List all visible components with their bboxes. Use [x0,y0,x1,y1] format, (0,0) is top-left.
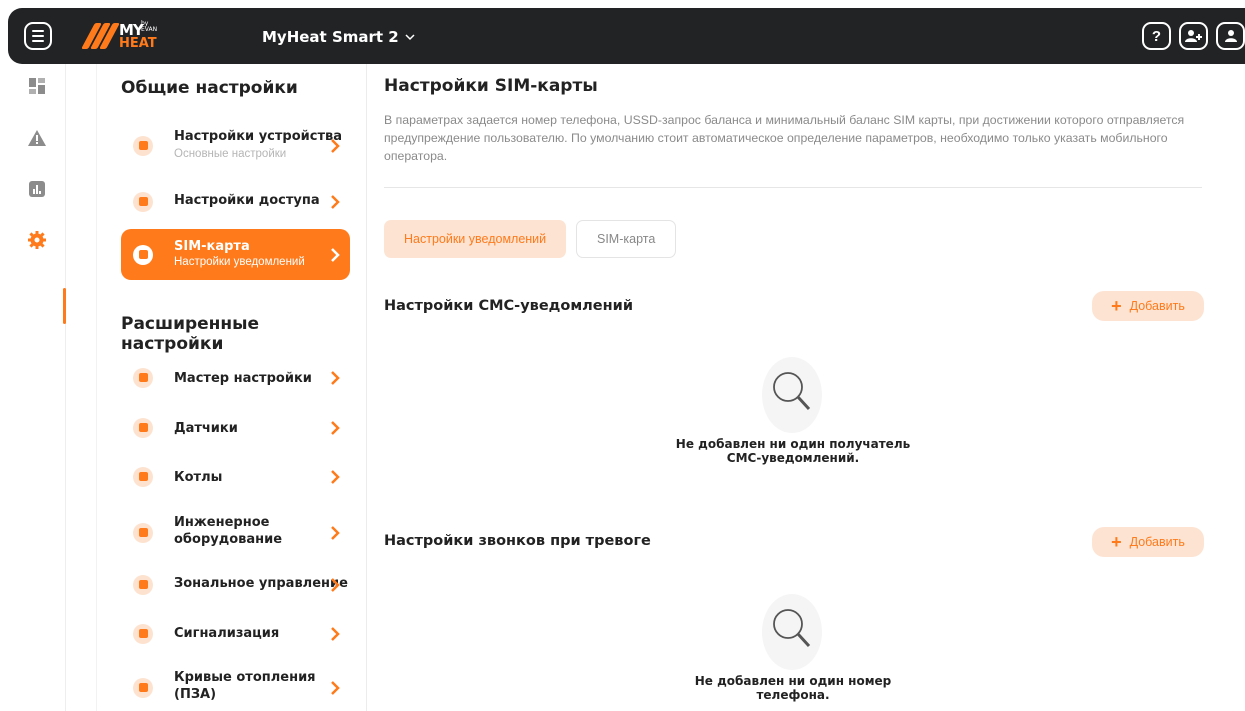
chevron-right-icon [331,525,340,540]
dashboard-icon[interactable] [27,76,47,96]
chevron-right-icon [331,370,340,385]
nav-item-alarm[interactable]: Сигнализация [121,608,350,659]
divider [384,187,1202,188]
add-phone-button[interactable]: + Добавить [1092,527,1204,557]
add-user-button[interactable] [1179,22,1208,50]
rail-active-indicator [63,288,66,324]
sensor-icon [133,417,153,438]
sms-section-title: Настройки СМС-уведомлений [384,298,633,314]
top-bar: by EVAN MY HEAT MyHeat Smart 2 ? [8,8,1245,64]
nav-item-sim-card[interactable]: SIM-карта Настройки уведомлений [121,229,350,280]
plus-icon: + [1111,296,1122,316]
help-icon: ? [1151,27,1162,45]
user-icon [1224,30,1237,42]
chevron-right-icon [331,577,340,592]
nav-item-zone-control[interactable]: Зональное управление [121,559,350,610]
logo-text: by EVAN MY HEAT [119,19,158,51]
call-empty-state: Не добавлен ни один номер телефона. [664,588,922,702]
chevron-right-icon [331,138,340,153]
page-title: Настройки SIM-карты [384,76,598,96]
device-selector[interactable]: MyHeat Smart 2 [262,28,415,46]
settings-sidebar: Общие настройки Настройки устройства Осн… [96,64,367,711]
chart-icon[interactable] [27,179,47,199]
chevron-right-icon [331,247,340,262]
tab-notification-settings[interactable]: Настройки уведомлений [384,220,567,258]
call-section-title: Настройки звонков при тревоге [384,533,651,549]
nav-item-boilers[interactable]: Котлы [121,451,350,502]
menu-icon[interactable] [24,22,52,50]
lock-icon [133,623,153,644]
device-name: MyHeat Smart 2 [262,28,399,46]
magnifier-icon [748,351,838,437]
device-settings-icon [133,135,153,156]
left-rail [0,64,66,711]
access-icon [133,191,153,212]
chevron-right-icon [331,469,340,484]
chevron-right-icon [331,626,340,641]
boiler-icon [133,466,153,487]
nav-item-heating-curves[interactable]: Кривые отопления (ПЗА) [121,662,350,711]
nav-item-setup-wizard[interactable]: Мастер настройки [121,352,350,403]
zone-icon [133,574,153,595]
general-settings-title: Общие настройки [121,78,298,98]
profile-button[interactable] [1216,22,1245,50]
gear-icon[interactable] [27,230,47,250]
add-sms-recipient-button[interactable]: + Добавить [1092,291,1204,321]
curve-icon [133,677,153,698]
page-description: В параметрах задается номер телефона, US… [384,113,1185,163]
plus-icon: + [1111,532,1122,552]
app-logo[interactable]: by EVAN MY HEAT [81,19,158,51]
sms-empty-state: Не добавлен ни один получатель СМС-уведо… [664,351,922,465]
chevron-right-icon [331,420,340,435]
nav-item-sensors[interactable]: Датчики [121,402,350,453]
chevron-down-icon [405,33,415,40]
advanced-settings-title: Расширенные настройки [121,314,260,354]
main-content: Настройки SIM-карты В параметрах задаетс… [384,64,1204,711]
wizard-icon [133,367,153,388]
magnifier-icon [748,588,838,674]
help-button[interactable]: ? [1142,22,1171,50]
chevron-right-icon [331,680,340,695]
nav-item-engineering[interactable]: Инженерное оборудование [121,507,350,558]
warning-icon[interactable] [27,128,47,148]
tab-sim-card[interactable]: SIM-карта [576,220,677,258]
chevron-right-icon [331,194,340,209]
nav-item-device-settings[interactable]: Настройки устройства Основные настройки [121,120,350,171]
nav-item-access-settings[interactable]: Настройки доступа [121,176,350,227]
add-user-icon [1184,30,1202,42]
sim-card-icon [133,244,153,265]
engineering-icon [133,522,153,543]
logo-mark [81,23,120,49]
